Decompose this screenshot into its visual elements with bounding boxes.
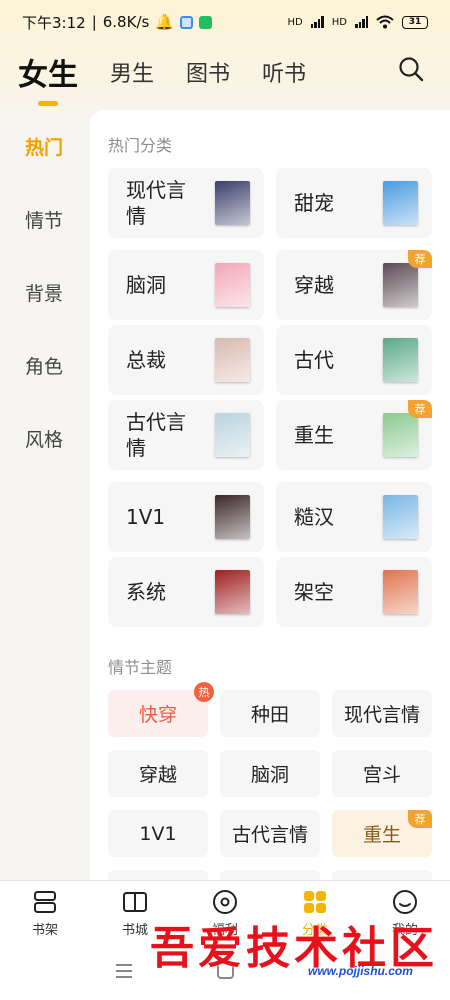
book-cover: [215, 263, 250, 307]
bookshelf-icon: [34, 891, 56, 913]
theme-chip-label: 1V1: [139, 822, 177, 845]
status-time: 下午3:12: [22, 13, 86, 32]
category-card[interactable]: 1V1: [108, 482, 264, 552]
theme-chip[interactable]: [220, 870, 320, 880]
recommend-badge: 荐: [408, 810, 432, 828]
book-cover: [383, 413, 418, 457]
theme-chip-label: 宫斗: [362, 764, 401, 786]
category-card[interactable]: 糙汉: [276, 482, 432, 552]
recommend-badge: 荐: [408, 400, 432, 418]
category-card[interactable]: 穿越 荐: [276, 250, 432, 320]
book-cover: [383, 338, 418, 382]
category-panel: 热门分类 现代言情 甜宠 脑洞 穿越 荐 总裁 古代 古代言情 重生 荐 1V1…: [90, 110, 450, 880]
tab-books[interactable]: 图书: [186, 56, 230, 88]
battery-icon: 31: [402, 15, 428, 29]
sidebar-item-background[interactable]: 背景: [0, 256, 90, 329]
category-label: 1V1: [126, 505, 166, 529]
notification-icon: [180, 15, 193, 29]
category-card[interactable]: 架空: [276, 557, 432, 627]
book-cover: [215, 570, 250, 614]
section-title-hot: 热门分类: [108, 136, 173, 155]
theme-chip-label: 脑洞: [250, 764, 289, 786]
book-cover: [383, 181, 418, 225]
theme-chip-label: 古代言情: [231, 824, 308, 846]
category-card[interactable]: 古代言情: [108, 400, 264, 470]
theme-chip-label: 现代言情: [343, 704, 420, 726]
theme-chip-label: 重生: [362, 824, 401, 846]
category-label: 古代: [294, 348, 334, 372]
category-card[interactable]: 总裁: [108, 325, 264, 395]
theme-chip[interactable]: 宫斗: [332, 750, 432, 797]
theme-chip[interactable]: [332, 870, 432, 880]
bell-icon: 🔔: [155, 13, 174, 31]
theme-chip-label: 穿越: [138, 764, 177, 786]
status-bar: 下午3:12 | 6.8K/s 🔔 HD HD 31: [0, 0, 450, 44]
theme-chip[interactable]: 重生 荐: [332, 810, 432, 857]
category-label: 脑洞: [126, 273, 166, 297]
category-card[interactable]: 脑洞: [108, 250, 264, 320]
sidebar-item-style[interactable]: 风格: [0, 402, 90, 475]
book-open-icon: [123, 892, 147, 912]
theme-chip[interactable]: [108, 870, 208, 880]
theme-chip[interactable]: 1V1: [108, 810, 208, 857]
tab-female[interactable]: 女生: [18, 50, 78, 94]
sidebar-item-plot[interactable]: 情节: [0, 183, 90, 256]
tab-audiobooks[interactable]: 听书: [262, 56, 306, 88]
category-sidebar: 热门 情节 背景 角色 风格: [0, 110, 90, 475]
tab-male[interactable]: 男生: [110, 56, 154, 88]
menu-icon[interactable]: [116, 964, 132, 982]
category-label: 系统: [126, 580, 166, 604]
sidebar-item-hot[interactable]: 热门: [0, 110, 90, 183]
category-label: 穿越: [294, 273, 334, 297]
phone-icon: [199, 15, 212, 29]
category-card[interactable]: 重生 荐: [276, 400, 432, 470]
sidebar-item-role[interactable]: 角色: [0, 329, 90, 402]
gender-tabs: 女生 男生 图书 听书: [0, 44, 450, 100]
book-cover: [215, 413, 250, 457]
watermark-url: www.pojjishu.com: [308, 964, 413, 978]
category-label: 总裁: [126, 348, 166, 372]
signal-icon-2: [355, 16, 368, 28]
book-cover: [215, 181, 250, 225]
theme-chip[interactable]: 种田: [220, 690, 320, 737]
section-title-plot: 情节主题: [108, 658, 173, 677]
recommend-badge: 荐: [408, 250, 432, 268]
nav-label: 书城: [121, 923, 148, 938]
book-cover: [215, 495, 250, 539]
category-card[interactable]: 系统: [108, 557, 264, 627]
nav-bookshelf[interactable]: 书架: [0, 881, 90, 946]
book-cover: [383, 570, 418, 614]
category-card[interactable]: 古代: [276, 325, 432, 395]
signal-icon-1: [310, 16, 324, 28]
category-label: 甜宠: [294, 191, 334, 215]
category-label: 糙汉: [294, 505, 334, 529]
book-cover: [383, 495, 418, 539]
hd-label-1: HD: [287, 16, 303, 28]
status-speed: 6.8K/s: [102, 13, 150, 31]
theme-chip[interactable]: 快穿 热: [108, 682, 214, 737]
search-icon[interactable]: [398, 56, 424, 82]
category-card[interactable]: 甜宠: [276, 168, 432, 238]
nav-label: 书架: [31, 923, 58, 938]
book-cover: [215, 338, 250, 382]
theme-chip-label: 快穿: [138, 704, 177, 726]
hd-label-2: HD: [331, 16, 347, 28]
category-label: 架空: [294, 580, 334, 604]
category-label: 重生: [294, 423, 334, 447]
theme-chip[interactable]: 穿越: [108, 750, 208, 797]
book-cover: [383, 263, 418, 307]
theme-chip[interactable]: 现代言情: [332, 690, 432, 737]
theme-chip[interactable]: 古代言情: [220, 810, 320, 857]
theme-chip[interactable]: 脑洞: [220, 750, 320, 797]
hot-badge: 热: [194, 682, 214, 702]
category-card[interactable]: 现代言情: [108, 168, 264, 238]
wifi-icon: [376, 15, 394, 29]
category-label: 现代言情: [126, 178, 186, 228]
theme-chip-label: 种田: [250, 704, 289, 726]
category-label: 古代言情: [126, 410, 186, 460]
